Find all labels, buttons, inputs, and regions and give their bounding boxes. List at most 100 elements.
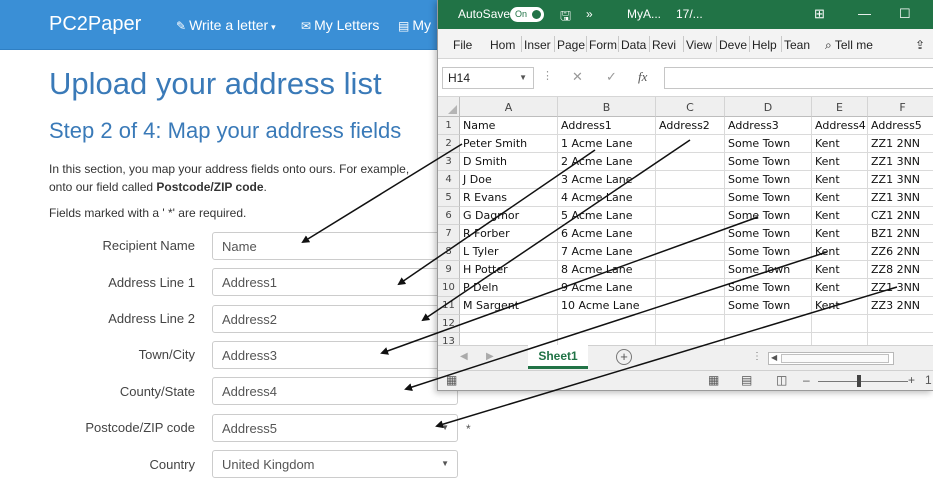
cell-e9[interactable]: Kent [812, 261, 868, 279]
cell-d5[interactable]: Some Town [725, 189, 812, 207]
cell-a7[interactable]: R Forber [460, 225, 558, 243]
cell-c10[interactable] [656, 279, 725, 297]
cell-f6[interactable]: CZ1 2NN [868, 207, 933, 225]
menu-formulas[interactable]: Form [589, 38, 617, 52]
row-header[interactable]: 7 [438, 225, 460, 243]
cell-c1[interactable]: Address2 [656, 117, 725, 135]
cell-f5[interactable]: ZZ1 3NN [868, 189, 933, 207]
cell-d12[interactable] [725, 315, 812, 333]
row-header[interactable]: 3 [438, 153, 460, 171]
cell-b3[interactable]: 2 Acme Lane [558, 153, 656, 171]
cell-e13[interactable] [812, 333, 868, 345]
cell-e5[interactable]: Kent [812, 189, 868, 207]
row-header[interactable]: 10 [438, 279, 460, 297]
page-layout-view-icon[interactable]: ▤ [741, 373, 752, 387]
ribbon-display-icon[interactable]: ⊞ [814, 6, 825, 22]
scroll-left-icon[interactable]: ◀ [771, 353, 777, 362]
select-county-state[interactable]: Address4 [212, 377, 458, 405]
cell-c5[interactable] [656, 189, 725, 207]
nav-my[interactable]: ▤ My [398, 17, 431, 33]
minimize-icon[interactable]: — [858, 6, 871, 21]
cell-d4[interactable]: Some Town [725, 171, 812, 189]
cell-d8[interactable]: Some Town [725, 243, 812, 261]
cancel-icon[interactable]: ✕ [572, 69, 583, 85]
cell-b8[interactable]: 7 Acme Lane [558, 243, 656, 261]
cell-b12[interactable] [558, 315, 656, 333]
row-header[interactable]: 9 [438, 261, 460, 279]
cell-f2[interactable]: ZZ1 2NN [868, 135, 933, 153]
cell-a13[interactable] [460, 333, 558, 345]
menu-view[interactable]: View [686, 38, 712, 52]
cell-e7[interactable]: Kent [812, 225, 868, 243]
cell-f1[interactable]: Address5 [868, 117, 933, 135]
cell-c6[interactable] [656, 207, 725, 225]
cell-f4[interactable]: ZZ1 3NN [868, 171, 933, 189]
autosave-toggle[interactable]: On [510, 7, 544, 22]
cell-e2[interactable]: Kent [812, 135, 868, 153]
cell-f10[interactable]: ZZ1 3NN [868, 279, 933, 297]
cell-d10[interactable]: Some Town [725, 279, 812, 297]
macro-record-icon[interactable]: ▦ [446, 373, 457, 387]
sheet-tab-sheet1[interactable]: Sheet1 [528, 345, 588, 369]
select-country[interactable]: United Kingdom ▼ [212, 450, 458, 478]
select-recipient-name[interactable]: Name [212, 232, 458, 260]
cell-b4[interactable]: 3 Acme Lane [558, 171, 656, 189]
cell-d2[interactable]: Some Town [725, 135, 812, 153]
cell-a5[interactable]: R Evans [460, 189, 558, 207]
cell-e10[interactable]: Kent [812, 279, 868, 297]
cell-c12[interactable] [656, 315, 725, 333]
column-header-d[interactable]: D [725, 97, 812, 117]
select-town-city[interactable]: Address3 [212, 341, 458, 369]
cell-f7[interactable]: BZ1 2NN [868, 225, 933, 243]
cell-f9[interactable]: ZZ8 2NN [868, 261, 933, 279]
cell-c8[interactable] [656, 243, 725, 261]
cell-c11[interactable] [656, 297, 725, 315]
select-postcode[interactable]: Address5 ▼ [212, 414, 458, 442]
cell-b7[interactable]: 6 Acme Lane [558, 225, 656, 243]
add-sheet-icon[interactable]: + [616, 349, 632, 365]
cell-a11[interactable]: M Sargent [460, 297, 558, 315]
column-header-b[interactable]: B [558, 97, 656, 117]
prev-sheet-icon[interactable]: ◀ [460, 351, 468, 362]
row-header[interactable]: 12 [438, 315, 460, 333]
cell-e6[interactable]: Kent [812, 207, 868, 225]
zoom-slider[interactable] [818, 381, 908, 382]
menu-file[interactable]: File [453, 38, 472, 52]
scroll-thumb[interactable] [781, 354, 889, 363]
cell-e11[interactable]: Kent [812, 297, 868, 315]
cell-d13[interactable] [725, 333, 812, 345]
cell-a9[interactable]: H Potter [460, 261, 558, 279]
menu-help[interactable]: Help [752, 38, 777, 52]
cell-b6[interactable]: 5 Acme Lane [558, 207, 656, 225]
column-header-e[interactable]: E [812, 97, 868, 117]
column-header-c[interactable]: C [656, 97, 725, 117]
cell-c7[interactable] [656, 225, 725, 243]
row-header[interactable]: 5 [438, 189, 460, 207]
formula-input[interactable] [664, 67, 933, 89]
cell-a12[interactable] [460, 315, 558, 333]
row-header[interactable]: 1 [438, 117, 460, 135]
select-address-line-1[interactable]: Address1 [212, 268, 458, 296]
maximize-icon[interactable]: ☐ [899, 6, 911, 22]
cell-e1[interactable]: Address4 [812, 117, 868, 135]
horizontal-scrollbar[interactable]: ◀ [768, 352, 894, 365]
cell-a2[interactable]: Peter Smith [460, 135, 558, 153]
zoom-in-icon[interactable]: + [908, 373, 915, 387]
zoom-out-icon[interactable]: – [803, 373, 810, 387]
normal-view-icon[interactable]: ▦ [708, 373, 719, 387]
share-icon[interactable]: ⇪ [915, 38, 925, 52]
row-header[interactable]: 8 [438, 243, 460, 261]
select-all-corner[interactable] [438, 97, 460, 117]
menu-review[interactable]: Revi [652, 38, 676, 52]
cell-c3[interactable] [656, 153, 725, 171]
cell-d9[interactable]: Some Town [725, 261, 812, 279]
cell-a4[interactable]: J Doe [460, 171, 558, 189]
tell-me-search[interactable]: ⌕ Tell me [825, 38, 873, 53]
page-break-view-icon[interactable]: ◫ [776, 373, 787, 387]
cell-b13[interactable] [558, 333, 656, 345]
menu-data[interactable]: Data [621, 38, 646, 52]
nav-my-letters[interactable]: ✉ My Letters [301, 17, 379, 33]
cell-d1[interactable]: Address3 [725, 117, 812, 135]
name-box[interactable]: H14 ▼ [442, 67, 534, 89]
cell-e12[interactable] [812, 315, 868, 333]
